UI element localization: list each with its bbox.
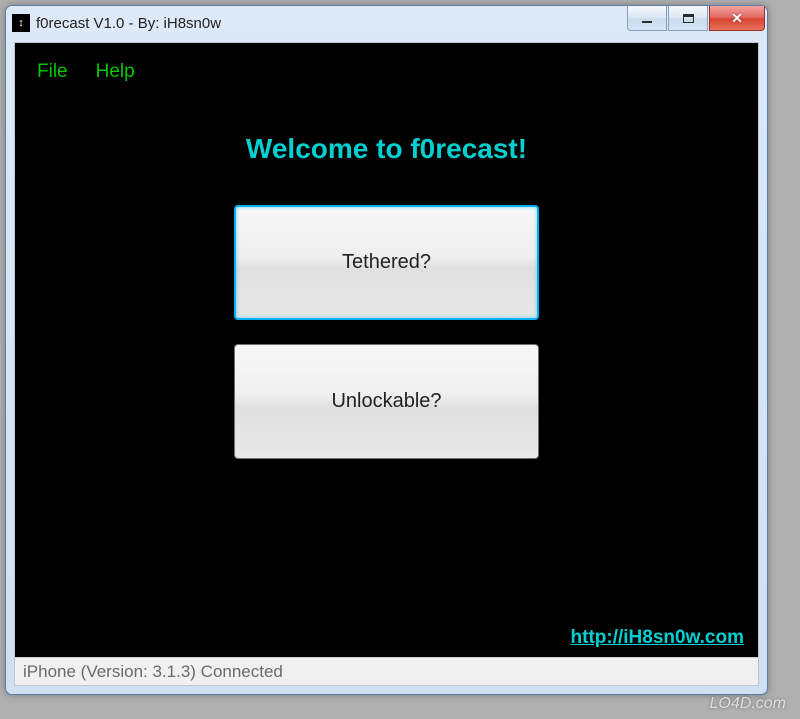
minimize-button[interactable] xyxy=(627,6,667,31)
app-body: File Help Welcome to f0recast! Tethered?… xyxy=(15,43,758,657)
window-title: f0recast V1.0 - By: iH8sn0w xyxy=(36,15,221,32)
titlebar[interactable]: ↕ f0recast V1.0 - By: iH8sn0w ✕ xyxy=(6,6,767,40)
client-area: File Help Welcome to f0recast! Tethered?… xyxy=(14,42,759,686)
app-icon: ↕ xyxy=(12,14,30,32)
close-icon: ✕ xyxy=(731,10,743,27)
app-icon-glyph: ↕ xyxy=(18,17,24,29)
unlockable-button[interactable]: Unlockable? xyxy=(234,344,539,459)
welcome-heading: Welcome to f0recast! xyxy=(15,133,758,165)
menu-help[interactable]: Help xyxy=(96,61,135,83)
tethered-button-label: Tethered? xyxy=(342,251,431,274)
window-controls: ✕ xyxy=(627,6,765,31)
status-bar: iPhone (Version: 3.1.3) Connected xyxy=(15,657,758,685)
maximize-icon xyxy=(683,14,694,23)
minimize-icon xyxy=(642,21,652,23)
menu-bar: File Help xyxy=(15,43,758,83)
close-button[interactable]: ✕ xyxy=(709,6,765,31)
footer-link[interactable]: http://iH8sn0w.com xyxy=(571,627,744,649)
maximize-button[interactable] xyxy=(668,6,708,31)
button-stack: Tethered? Unlockable? xyxy=(15,205,758,459)
tethered-button[interactable]: Tethered? xyxy=(234,205,539,320)
app-window: ↕ f0recast V1.0 - By: iH8sn0w ✕ File Hel… xyxy=(5,5,768,695)
watermark: LO4D.com xyxy=(710,695,786,713)
unlockable-button-label: Unlockable? xyxy=(331,390,441,413)
menu-file[interactable]: File xyxy=(37,61,68,83)
status-text: iPhone (Version: 3.1.3) Connected xyxy=(23,662,283,682)
